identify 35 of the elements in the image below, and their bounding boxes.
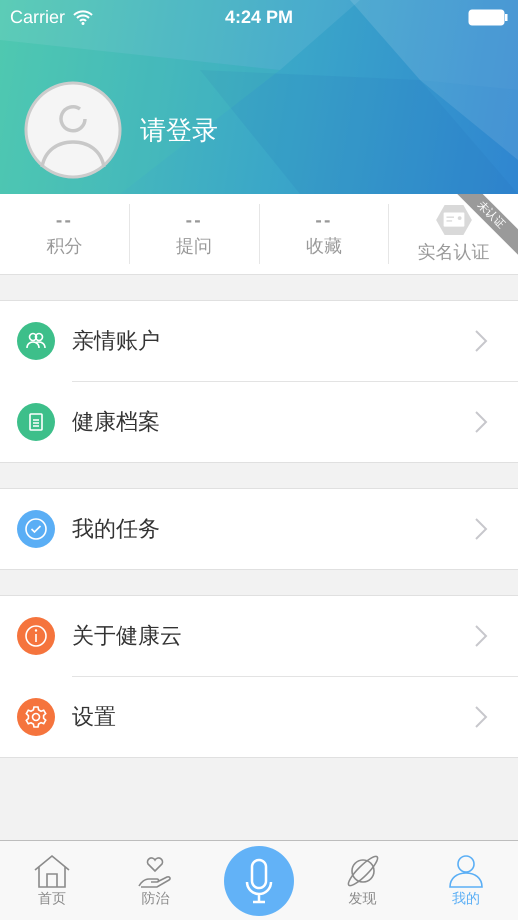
stat-label[interactable]: 收藏 (306, 234, 342, 258)
person-icon (447, 854, 486, 888)
chevron-icon (474, 517, 488, 541)
menu-item[interactable]: 设置 (0, 677, 518, 757)
menu-item[interactable]: 我的任务 (0, 489, 518, 569)
menu-item[interactable]: 关于健康云 (0, 596, 518, 676)
checkmark-icon (23, 516, 49, 542)
info-icon (23, 623, 49, 649)
status-time: 4:24 PM (224, 6, 294, 28)
stat-value: -- (315, 210, 333, 230)
stat-value: -- (185, 210, 203, 230)
stat-value: -- (56, 210, 74, 230)
chevron-icon (474, 410, 488, 434)
login-prompt[interactable]: 请登录 (140, 112, 218, 148)
avatar-icon (24, 81, 122, 179)
menu-item[interactable]: 亲情账户 (0, 301, 518, 381)
stat-label[interactable]: 提问 (176, 234, 212, 258)
chevron-icon (474, 329, 488, 353)
tab-item[interactable]: 首页 (0, 854, 104, 908)
carrier-text: Carrier (10, 6, 66, 28)
wifi-icon (73, 10, 94, 24)
chevron-icon (474, 705, 488, 729)
home-icon (32, 854, 71, 888)
tab-item[interactable]: 我的 (414, 854, 518, 908)
chevron-icon (474, 624, 488, 648)
microphone-icon (244, 858, 274, 904)
battery-icon (468, 8, 508, 26)
stat-label[interactable]: 积分 (46, 234, 82, 258)
document-icon (26, 412, 46, 432)
menu-item[interactable]: 健康档案 (0, 382, 518, 462)
tab-item[interactable]: 防治 (104, 854, 208, 908)
stat-label[interactable]: 实名认证 (418, 240, 490, 264)
settings-icon (24, 705, 48, 729)
tab-item[interactable]: 发现 (310, 854, 414, 908)
id-card-icon (434, 204, 474, 236)
